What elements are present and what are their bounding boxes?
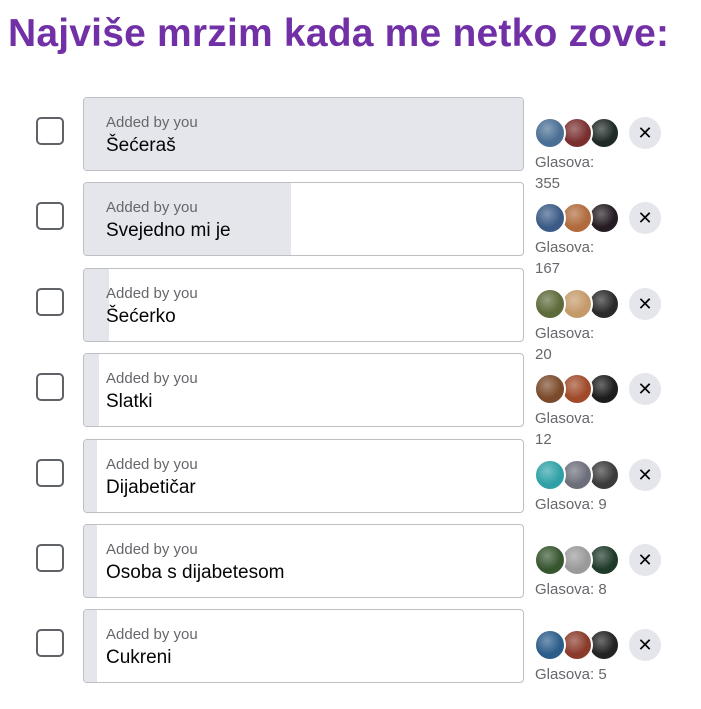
- poll-title: Najviše mrzim kada me netko zove:: [8, 12, 670, 55]
- poll-option[interactable]: Added by you Šećeraš: [83, 97, 524, 171]
- voter-avatars[interactable]: [534, 629, 624, 661]
- poll-option-row: Added by you Cukreni Glasova: 5 ✕: [0, 609, 701, 685]
- poll-option-row: Added by you Dijabetičar Glasova: 9 ✕: [0, 439, 701, 515]
- vote-progress-bar: [84, 525, 97, 597]
- avatar: [534, 544, 566, 576]
- added-by-label: Added by you: [106, 626, 198, 643]
- close-icon[interactable]: ✕: [629, 373, 661, 405]
- close-icon[interactable]: ✕: [629, 544, 661, 576]
- voter-avatars[interactable]: [534, 288, 624, 320]
- avatar: [534, 459, 566, 491]
- option-label: Šećerko: [106, 306, 176, 327]
- poll-option[interactable]: Added by you Dijabetičar: [83, 439, 524, 513]
- checkbox-icon[interactable]: [36, 629, 64, 657]
- added-by-label: Added by you: [106, 199, 198, 216]
- voter-avatars[interactable]: [534, 459, 624, 491]
- option-label: Slatki: [106, 391, 153, 412]
- close-icon[interactable]: ✕: [629, 629, 661, 661]
- poll-option-row: Added by you Šećerko Glasova: 20 ✕: [0, 268, 701, 363]
- poll-option[interactable]: Added by you Cukreni: [83, 609, 524, 683]
- vote-progress-bar: [84, 354, 99, 426]
- avatar: [534, 629, 566, 661]
- poll-option[interactable]: Added by you Šećerko: [83, 268, 524, 342]
- option-label: Osoba s dijabetesom: [106, 562, 285, 583]
- option-label: Šećeraš: [106, 135, 176, 156]
- avatar: [534, 288, 566, 320]
- vote-progress-bar: [84, 183, 291, 255]
- checkbox-icon[interactable]: [36, 202, 64, 230]
- checkbox-icon[interactable]: [36, 544, 64, 572]
- vote-count: Glasova: 9: [535, 496, 607, 513]
- added-by-label: Added by you: [106, 114, 198, 131]
- added-by-label: Added by you: [106, 456, 198, 473]
- poll-option-row: Added by you Svejedno mi je Glasova: 167 ✕: [0, 182, 701, 277]
- vote-progress-bar: [84, 440, 97, 512]
- checkbox-icon[interactable]: [36, 288, 64, 316]
- close-icon[interactable]: ✕: [629, 117, 661, 149]
- avatar: [534, 202, 566, 234]
- close-icon[interactable]: ✕: [629, 288, 661, 320]
- vote-progress-bar: [84, 98, 523, 170]
- added-by-label: Added by you: [106, 285, 198, 302]
- added-by-label: Added by you: [106, 541, 198, 558]
- voter-avatars[interactable]: [534, 202, 624, 234]
- poll-option[interactable]: Added by you Slatki: [83, 353, 524, 427]
- added-by-label: Added by you: [106, 370, 198, 387]
- vote-progress-bar: [84, 610, 97, 682]
- close-icon[interactable]: ✕: [629, 202, 661, 234]
- vote-count: Glasova: 5: [535, 666, 607, 683]
- poll-option-row: Added by you Šećeraš Glasova: 355 ✕: [0, 97, 701, 192]
- voter-avatars[interactable]: [534, 544, 624, 576]
- vote-progress-bar: [84, 269, 109, 341]
- vote-count: Glasova: 8: [535, 581, 607, 598]
- checkbox-icon[interactable]: [36, 117, 64, 145]
- poll-option[interactable]: Added by you Osoba s dijabetesom: [83, 524, 524, 598]
- poll-option-row: Added by you Osoba s dijabetesom Glasova: …: [0, 524, 701, 600]
- avatar: [534, 117, 566, 149]
- option-label: Cukreni: [106, 647, 172, 668]
- option-label: Svejedno mi je: [106, 220, 231, 241]
- avatar: [534, 373, 566, 405]
- close-icon[interactable]: ✕: [629, 459, 661, 491]
- checkbox-icon[interactable]: [36, 373, 64, 401]
- poll-option-row: Added by you Slatki Glasova: 12 ✕: [0, 353, 701, 448]
- voter-avatars[interactable]: [534, 373, 624, 405]
- poll-option[interactable]: Added by you Svejedno mi je: [83, 182, 524, 256]
- voter-avatars[interactable]: [534, 117, 624, 149]
- option-label: Dijabetičar: [106, 477, 196, 498]
- checkbox-icon[interactable]: [36, 459, 64, 487]
